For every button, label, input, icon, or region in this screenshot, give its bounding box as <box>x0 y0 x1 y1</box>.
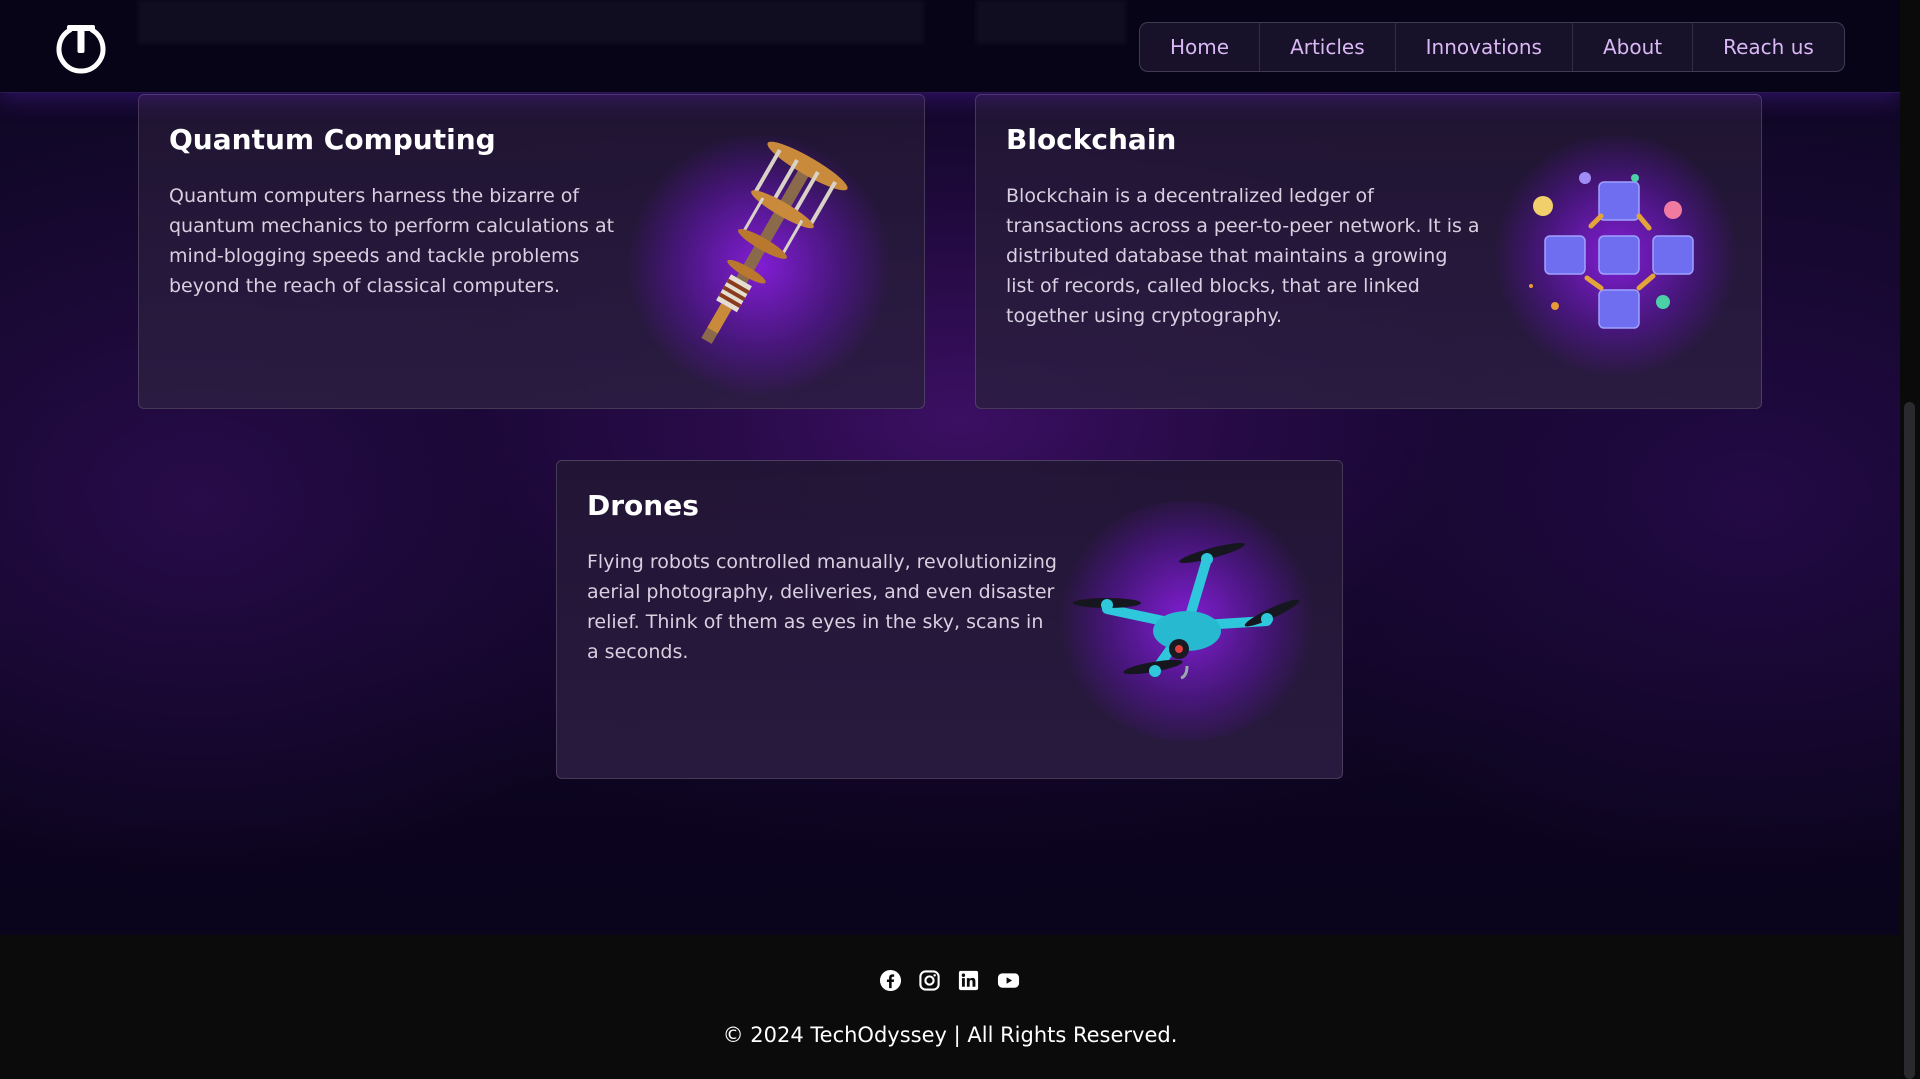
card-description: Flying robots controlled manually, revol… <box>587 551 1057 663</box>
power-logo-icon[interactable] <box>54 20 108 74</box>
card-title: Blockchain <box>1006 123 1177 156</box>
nav-innovations[interactable]: Innovations <box>1396 23 1573 71</box>
nav-home[interactable]: Home <box>1140 23 1261 71</box>
copyright-text: © 2024 TechOdyssey | All Rights Reserved… <box>722 1023 1178 1047</box>
site-footer: © 2024 TechOdyssey | All Rights Reserved… <box>0 935 1900 1079</box>
social-links <box>879 969 1021 992</box>
youtube-icon[interactable] <box>996 969 1021 992</box>
card-description: Quantum computers harness the bizarre of… <box>169 185 615 297</box>
scrollbar-thumb[interactable] <box>1904 402 1915 1079</box>
page: Home Articles Innovations About Reach us… <box>0 0 1920 1079</box>
blockchain-cubes-illustration <box>1529 172 1694 329</box>
card-drones: Drones Flying robots controlled manually… <box>556 460 1343 779</box>
quantum-computer-illustration <box>701 141 848 344</box>
nav-about[interactable]: About <box>1573 23 1694 71</box>
page-scrollbar[interactable] <box>1900 0 1920 1079</box>
card-description: Blockchain is a decentralized ledger of … <box>1006 185 1480 327</box>
nav-articles[interactable]: Articles <box>1260 23 1396 71</box>
card-blockchain: Blockchain Blockchain is a decentralized… <box>975 94 1762 409</box>
linkedin-icon[interactable] <box>957 969 980 992</box>
nav-reach-us[interactable]: Reach us <box>1693 23 1844 71</box>
card-edge-behind-header <box>976 0 1126 44</box>
instagram-icon[interactable] <box>918 969 941 992</box>
card-title: Quantum Computing <box>169 123 496 156</box>
site-header: Home Articles Innovations About Reach us <box>0 0 1900 93</box>
card-title: Drones <box>587 489 699 522</box>
card-edge-behind-header <box>138 0 924 44</box>
main-nav: Home Articles Innovations About Reach us <box>1139 22 1845 72</box>
drone-illustration <box>1073 542 1300 680</box>
card-quantum-computing: Quantum Computing Quantum computers harn… <box>138 94 925 409</box>
facebook-icon[interactable] <box>879 969 902 992</box>
